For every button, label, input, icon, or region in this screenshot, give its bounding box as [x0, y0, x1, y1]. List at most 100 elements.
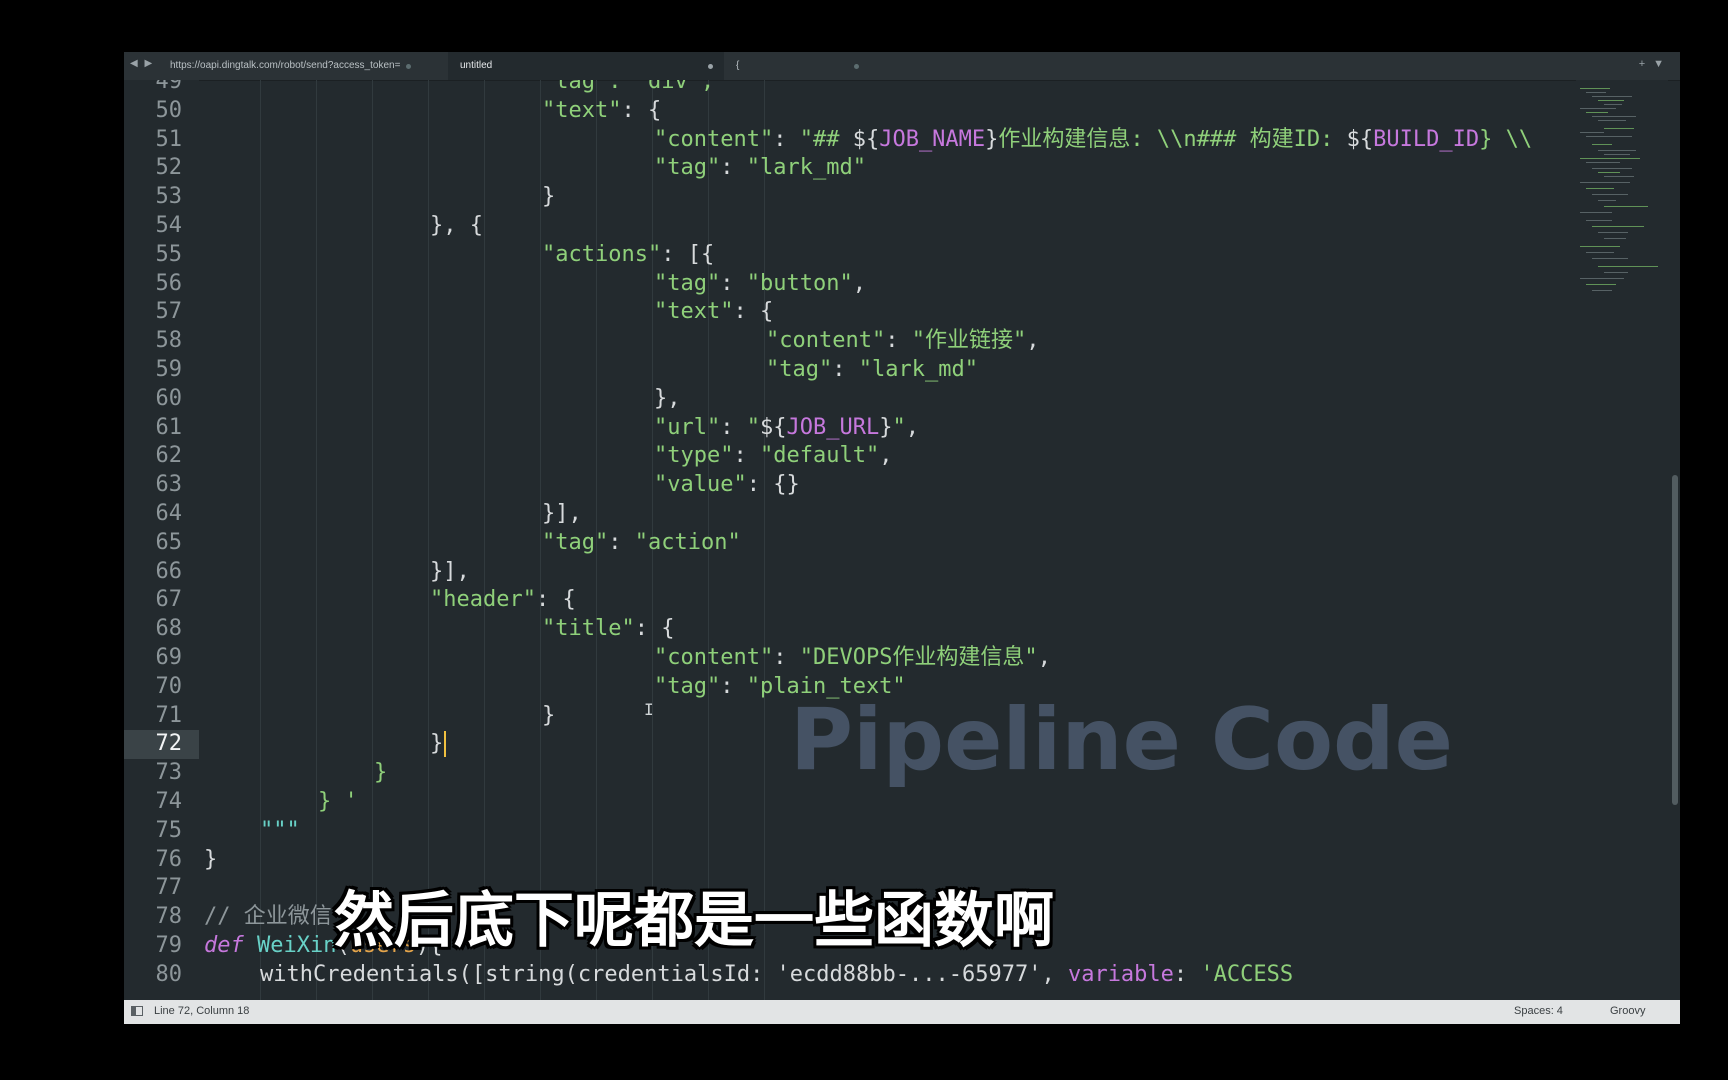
code-line[interactable]: "content": "## ${JOB_NAME}作业构建信息: \\n###… — [654, 126, 1532, 155]
tab-brace[interactable]: { — [724, 52, 874, 80]
code-line[interactable]: "tag": "action" — [542, 529, 741, 558]
code-token: WeiXin — [257, 933, 337, 958]
code-line[interactable]: "url": "${JOB_URL}", — [654, 414, 919, 443]
code-line[interactable]: withCredentials([string(credentialsId: '… — [260, 961, 1293, 990]
code-line[interactable]: } ' — [318, 788, 358, 817]
minimap-line — [1586, 284, 1616, 285]
code-token: JOB_NAME — [879, 126, 986, 152]
code-line[interactable]: "content": "作业链接", — [766, 327, 1039, 356]
code-token: } — [374, 760, 388, 786]
scrollbar-thumb[interactable] — [1672, 475, 1678, 805]
code-token: "action" — [634, 529, 741, 555]
minimap-line — [1592, 258, 1628, 259]
code-token: "content" — [766, 328, 886, 354]
tab-nav-arrows-icon[interactable]: ◀ ▶ — [130, 58, 154, 69]
minimap-line — [1586, 162, 1620, 163]
tab-dingtalk-url[interactable]: https://oapi.dingtalk.com/robot/send?acc… — [158, 52, 420, 80]
code-token: "value" — [654, 472, 747, 498]
code-line[interactable]: }], — [430, 558, 470, 587]
code-line[interactable]: } — [542, 702, 555, 731]
code-token: , — [879, 443, 893, 469]
line-number: 59 — [155, 357, 183, 382]
indent-guide — [260, 80, 261, 1000]
line-number: 57 — [155, 299, 183, 325]
minimap-line — [1592, 194, 1628, 195]
code-token: "content" — [654, 126, 774, 152]
minimap-line — [1586, 136, 1632, 137]
code-token: : — [832, 357, 859, 382]
line-number: 77 — [155, 875, 183, 901]
code-line[interactable]: } — [542, 183, 555, 212]
syntax-selector[interactable]: Groovy — [1610, 1005, 1645, 1017]
minimap-line — [1604, 128, 1634, 129]
line-number: 50 — [155, 97, 183, 123]
code-line[interactable]: "header": { — [430, 586, 576, 615]
code-line[interactable]: "text": { — [542, 97, 661, 126]
code-line[interactable]: "value": {} — [654, 471, 800, 500]
code-token: } \\ — [1479, 126, 1533, 152]
line-number: 70 — [155, 673, 183, 699]
code-line[interactable]: "tag": "div", — [542, 80, 714, 97]
new-tab-and-menu-icon[interactable]: +▼ — [1639, 58, 1672, 70]
line-number: 73 — [155, 760, 183, 786]
code-token: }, — [654, 385, 681, 411]
tab-bar: ◀ ▶ https://oapi.dingtalk.com/robot/send… — [124, 52, 1680, 81]
sidebar-toggle-icon[interactable] — [131, 1006, 143, 1016]
code-line[interactable]: // 企业微信 — [204, 903, 332, 932]
line-number: 61 — [155, 414, 183, 440]
code-line[interactable]: "tag": "lark_md" — [766, 356, 978, 385]
line-number: 75 — [155, 817, 183, 843]
minimap-line — [1598, 150, 1636, 151]
code-token: , — [905, 414, 919, 440]
code-line[interactable]: "type": "default", — [654, 442, 892, 471]
code-token: JOB_URL — [786, 414, 880, 440]
code-line[interactable]: } — [430, 730, 443, 759]
code-token: "tag" — [766, 357, 833, 382]
code-line[interactable]: "actions": [{ — [542, 241, 714, 270]
line-number: 66 — [155, 558, 183, 584]
code-line[interactable]: """ — [260, 817, 300, 846]
minimap-line — [1580, 212, 1612, 213]
minimap-line — [1598, 172, 1620, 173]
code-token: "url" — [654, 414, 721, 440]
cursor-position: Line 72, Column 18 — [154, 1005, 250, 1017]
code-line[interactable]: "tag": "button", — [654, 270, 866, 299]
minimap-line — [1598, 232, 1628, 233]
code-area[interactable]: "tag": "div", "text": {"content": "## ${J… — [204, 80, 1576, 1000]
line-number: 62 — [155, 443, 183, 469]
tab-untitled[interactable]: untitled — [448, 52, 724, 80]
line-number-gutter: 49 50 51 52 53 54 55 56 57 58 59 60 61 62 63 64 65 66 67 68… — [124, 80, 199, 1000]
code-line[interactable]: }, { — [430, 212, 483, 241]
minimap-line — [1604, 154, 1630, 155]
minimap-line — [1586, 188, 1614, 189]
code-token: "default" — [759, 443, 880, 469]
code-line[interactable]: }], — [542, 500, 582, 529]
code-token: : — [720, 673, 747, 699]
code-line[interactable]: "content": "DEVOPS作业构建信息", — [654, 644, 1051, 673]
code-line[interactable]: } — [204, 846, 217, 875]
code-editor[interactable]: 49 50 51 52 53 54 55 56 57 58 59 60 61 62 63 64 65 66 67 68… — [124, 80, 1680, 1000]
code-token: , — [852, 270, 866, 296]
code-line[interactable]: "text": { — [654, 298, 773, 327]
status-bar: Line 72, Column 18 Spaces: 4 Groovy — [124, 1000, 1680, 1024]
vertical-scrollbar[interactable] — [1670, 80, 1680, 1000]
minimap-line — [1604, 272, 1628, 273]
minimap-line — [1586, 92, 1606, 93]
code-token: : — [885, 328, 912, 354]
minimap-line — [1604, 206, 1648, 207]
code-token: , — [1026, 328, 1040, 354]
mouse-ibeam-icon: I — [644, 700, 654, 719]
code-token: 'ACCESS — [1200, 961, 1294, 987]
code-line[interactable]: "title": { — [542, 615, 674, 644]
tab-unsaved-dot-icon — [854, 64, 859, 69]
minimap[interactable] — [1576, 80, 1668, 1000]
code-token: : { — [634, 616, 675, 642]
code-token: : { — [733, 299, 774, 325]
code-line[interactable]: } — [374, 759, 387, 788]
code-line[interactable]: }, — [654, 385, 681, 414]
code-token: "content" — [654, 645, 774, 670]
minimap-line — [1598, 266, 1658, 267]
code-line[interactable]: "tag": "lark_md" — [654, 154, 866, 183]
indentation-setting[interactable]: Spaces: 4 — [1514, 1005, 1563, 1017]
